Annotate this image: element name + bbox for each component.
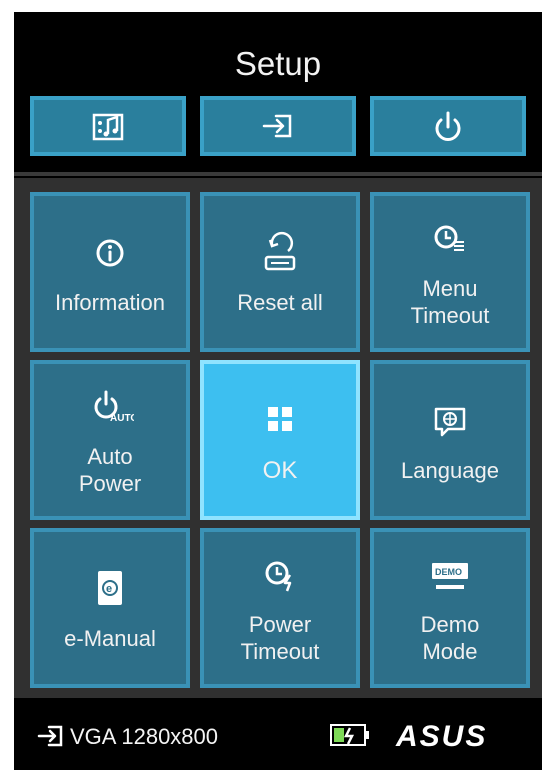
tile-label: Information xyxy=(54,289,166,315)
tile-menu-timeout[interactable]: Menu Timeout xyxy=(370,192,530,352)
page-title: Setup xyxy=(234,45,322,82)
tile-label: Language xyxy=(401,457,499,483)
grid-icon xyxy=(268,406,292,431)
tab-power[interactable] xyxy=(370,96,526,156)
tile-label: Demo Mode xyxy=(420,612,480,664)
tile-label: Reset all xyxy=(237,289,323,315)
reset-icon xyxy=(264,231,296,270)
asus-logo: ASUS xyxy=(395,720,487,750)
status-bar: VGA 1280x800 ASUS xyxy=(14,702,542,770)
tile-auto-power[interactable]: AUTO Auto Power xyxy=(30,360,190,520)
input-source-icon xyxy=(37,725,63,747)
setup-grid: Information Reset all Menu Timeout AUT A… xyxy=(14,178,542,698)
tile-ok-selected[interactable]: OK xyxy=(200,360,360,520)
demo-mode-icon: DEMO xyxy=(432,563,468,589)
power-icon xyxy=(435,111,461,141)
tile-power-timeout[interactable]: Power Timeout xyxy=(200,528,360,688)
tile-reset-all[interactable]: Reset all xyxy=(200,192,360,352)
tab-picture[interactable] xyxy=(30,96,186,156)
tile-e-manual[interactable]: e e-Manual xyxy=(30,528,190,688)
tile-language[interactable]: Language xyxy=(370,360,530,520)
demo-badge-text: DEMO xyxy=(435,567,462,577)
tile-label: OK xyxy=(262,456,298,484)
language-icon xyxy=(434,407,466,436)
info-icon xyxy=(96,239,124,266)
svg-text:AUTO: AUTO xyxy=(110,413,134,424)
divider xyxy=(14,172,542,176)
svg-text:e: e xyxy=(106,583,112,595)
tile-label: Auto Power xyxy=(78,444,142,496)
tile-information[interactable]: Information xyxy=(30,192,190,352)
input-source-icon xyxy=(262,114,292,138)
brand-text: ASUS xyxy=(395,720,487,750)
picture-settings-icon xyxy=(92,113,124,141)
e-manual-icon: e xyxy=(98,570,122,605)
tile-label: e-Manual xyxy=(64,625,156,651)
input-status-text: VGA 1280x800 xyxy=(70,724,219,749)
menu-timeout-icon xyxy=(434,225,464,251)
auto-power-icon: AUTO xyxy=(94,390,134,424)
tab-input[interactable] xyxy=(200,96,356,156)
tile-label: Power Timeout xyxy=(240,612,320,664)
tile-label: Menu Timeout xyxy=(410,276,490,328)
battery-charging-icon xyxy=(330,724,369,746)
power-timeout-icon xyxy=(265,561,292,592)
tile-demo-mode[interactable]: DEMO Demo Mode xyxy=(370,528,530,688)
setup-panel: Setup Information Reset all Menu Timeout… xyxy=(14,12,542,770)
